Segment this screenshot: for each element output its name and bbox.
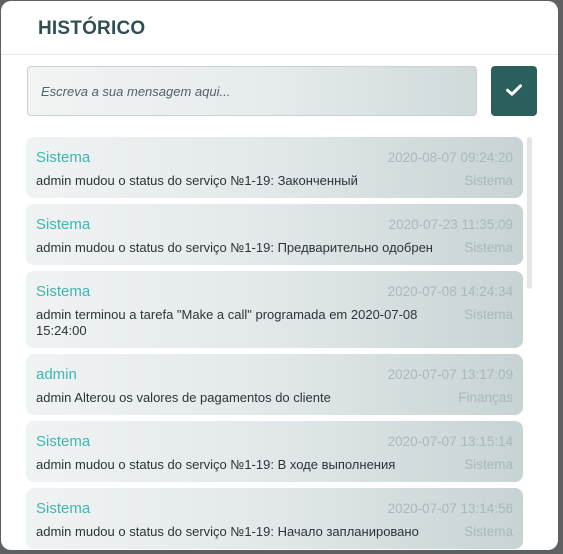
history-entry: Sistema 2020-07-23 11:35:09 admin mudou … bbox=[26, 204, 523, 265]
entry-timestamp: 2020-07-23 11:35:09 bbox=[388, 217, 513, 232]
history-entry: Sistema 2020-07-07 13:14:56 admin mudou … bbox=[26, 488, 523, 549]
history-entry: Sistema 2020-08-07 09:24:20 admin mudou … bbox=[26, 137, 523, 198]
entry-author[interactable]: Sistema bbox=[36, 216, 90, 233]
entry-category: Finanças bbox=[458, 390, 513, 405]
feed-scrollbar[interactable] bbox=[527, 137, 532, 289]
entry-category: Sistema bbox=[464, 524, 513, 539]
entry-category: Sistema bbox=[464, 307, 513, 322]
entry-message: admin mudou o status do serviço №1-19: Н… bbox=[36, 524, 419, 539]
entry-message: admin mudou o status do serviço №1-19: П… bbox=[36, 240, 433, 255]
entry-message: admin terminou a tarefa "Make a call" pr… bbox=[36, 307, 418, 338]
panel-header: HISTÓRICO bbox=[1, 1, 558, 55]
entry-message: admin Alterou os valores de pagamentos d… bbox=[36, 390, 331, 405]
entry-timestamp: 2020-07-07 13:17:09 bbox=[387, 367, 513, 382]
entry-timestamp: 2020-07-07 13:14:56 bbox=[387, 501, 513, 516]
message-composer bbox=[27, 66, 477, 116]
entry-author[interactable]: Sistema bbox=[36, 283, 90, 300]
entry-category: Sistema bbox=[464, 457, 513, 472]
history-entry: admin 2020-07-07 13:17:09 admin Alterou … bbox=[26, 354, 523, 415]
check-icon bbox=[506, 83, 522, 99]
history-entry: Sistema 2020-07-07 13:15:14 admin mudou … bbox=[26, 421, 523, 482]
entry-author[interactable]: admin bbox=[36, 366, 77, 383]
entry-author[interactable]: Sistema bbox=[36, 433, 90, 450]
entry-message: admin mudou o status do serviço №1-19: З… bbox=[36, 173, 358, 188]
history-panel: HISTÓRICO Sistema 2020-08-07 09:24:20 ad… bbox=[1, 1, 558, 550]
entry-timestamp: 2020-08-07 09:24:20 bbox=[387, 150, 513, 165]
message-input[interactable] bbox=[28, 67, 476, 115]
entry-category: Sistema bbox=[464, 240, 513, 255]
entry-category: Sistema bbox=[464, 173, 513, 188]
entry-message: admin mudou o status do serviço №1-19: В… bbox=[36, 457, 396, 472]
entry-timestamp: 2020-07-08 14:24:34 bbox=[387, 284, 513, 299]
entry-timestamp: 2020-07-07 13:15:14 bbox=[387, 434, 513, 449]
history-feed: Sistema 2020-08-07 09:24:20 admin mudou … bbox=[26, 137, 523, 550]
entry-author[interactable]: Sistema bbox=[36, 500, 90, 517]
page-title: HISTÓRICO bbox=[38, 18, 146, 39]
entry-author[interactable]: Sistema bbox=[36, 149, 90, 166]
history-entry: Sistema 2020-07-08 14:24:34 admin termin… bbox=[26, 271, 523, 348]
send-button[interactable] bbox=[491, 66, 537, 116]
